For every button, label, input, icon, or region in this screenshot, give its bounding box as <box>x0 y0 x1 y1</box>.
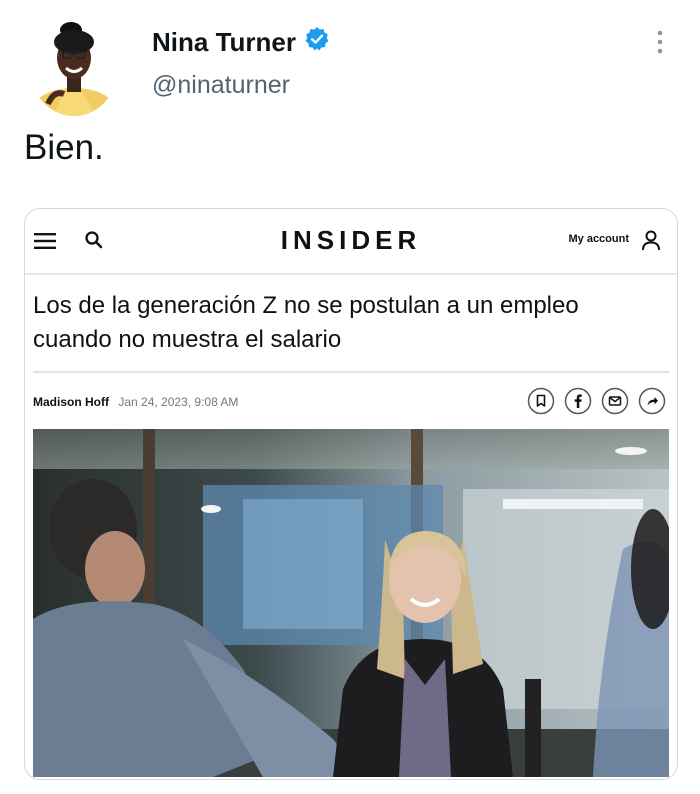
article-card[interactable]: INSIDER My account Los de la generación … <box>24 208 678 780</box>
byline: Madison Hoff Jan 24, 2023, 9:08 AM <box>33 395 238 409</box>
article-photo[interactable] <box>33 429 669 777</box>
divider <box>33 371 669 373</box>
share-icon[interactable] <box>638 387 666 415</box>
insider-nav-bar: INSIDER My account <box>25 209 677 275</box>
display-name[interactable]: Nina Turner <box>152 26 330 59</box>
author-name[interactable]: Madison Hoff <box>33 395 109 409</box>
verified-badge-icon <box>304 26 330 59</box>
display-name-text: Nina Turner <box>152 27 296 57</box>
bookmark-icon[interactable] <box>527 387 555 415</box>
tweet-text: Bien. <box>24 128 104 167</box>
user-handle[interactable]: @ninaturner <box>152 71 290 100</box>
article-headline[interactable]: Los de la generación Z no se postulan a … <box>33 289 653 357</box>
avatar[interactable] <box>30 20 118 116</box>
more-options-icon[interactable] <box>650 28 670 58</box>
user-icon[interactable] <box>640 229 662 251</box>
my-account-link[interactable]: My account <box>568 233 629 245</box>
email-icon[interactable] <box>601 387 629 415</box>
publish-date: Jan 24, 2023, 9:08 AM <box>118 395 239 409</box>
facebook-icon[interactable] <box>564 387 592 415</box>
